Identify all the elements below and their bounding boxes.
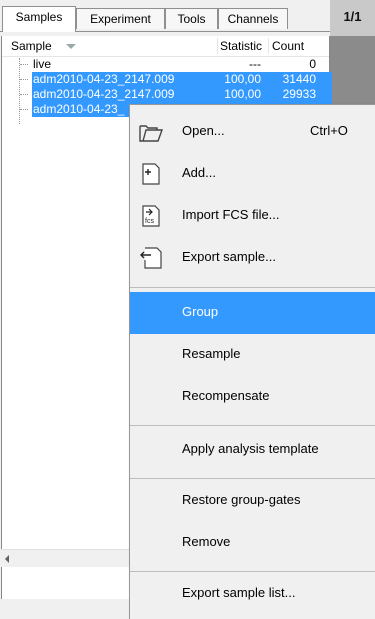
menu-label: Export sample...	[182, 249, 276, 264]
table-row[interactable]: adm2010-04-23_2147.009 100,00 29933	[32, 87, 332, 102]
page-indicator: 1/1	[330, 0, 375, 36]
sample-name: adm2010-04-23_	[33, 102, 125, 116]
menu-item-apply-analysis-template[interactable]: Apply analysis template	[130, 429, 375, 471]
tab-channels[interactable]: Channels	[218, 8, 288, 29]
menu-separator	[130, 478, 375, 479]
column-separator	[217, 38, 218, 54]
sample-statistic: ---	[249, 57, 261, 71]
sample-statistic: 100,00	[224, 87, 261, 101]
sample-name: live	[33, 57, 52, 71]
tab-tools[interactable]: Tools	[165, 8, 218, 29]
context-menu: Open... Ctrl+O Add... fcs Import FCS fil…	[129, 104, 375, 619]
tree-branch	[20, 94, 28, 95]
column-header-sample[interactable]: Sample	[11, 39, 52, 53]
menu-label: Resample	[182, 346, 241, 361]
menu-item-add[interactable]: Add...	[130, 153, 375, 195]
menu-shortcut: Ctrl+O	[310, 123, 348, 138]
menu-item-resample[interactable]: Resample	[130, 334, 375, 376]
menu-label: Recompensate	[182, 388, 270, 403]
menu-item-restore-group-gates[interactable]: Restore group-gates	[130, 480, 375, 522]
horizontal-scrollbar[interactable]	[1, 549, 129, 567]
menu-label: Restore group-gates	[182, 492, 301, 507]
list-header: Sample Statistic Count	[2, 36, 329, 57]
menu-item-export-sample-list[interactable]: Export sample list...	[130, 573, 375, 615]
column-header-statistic[interactable]: Statistic	[220, 39, 262, 53]
svg-text:fcs: fcs	[145, 218, 154, 225]
menu-label: Import FCS file...	[182, 207, 280, 222]
add-file-icon	[142, 163, 160, 185]
menu-item-open[interactable]: Open... Ctrl+O	[130, 111, 375, 153]
menu-label: Add...	[182, 165, 216, 180]
menu-item-import-fcs[interactable]: fcs Import FCS file...	[130, 195, 375, 237]
menu-item-recompensate[interactable]: Recompensate	[130, 376, 375, 418]
sample-count: 29933	[282, 87, 316, 101]
sample-name: adm2010-04-23_2147.009	[33, 72, 175, 86]
scroll-left-icon[interactable]	[5, 555, 9, 563]
table-row[interactable]: live --- 0	[2, 57, 332, 72]
menu-label: Remove	[182, 534, 231, 549]
menu-separator	[130, 287, 375, 288]
menu-separator	[130, 571, 375, 572]
tree-branch	[20, 109, 28, 110]
fcs-import-icon: fcs	[142, 205, 160, 227]
menu-item-group[interactable]: Group	[130, 292, 375, 334]
menu-label: Export sample list...	[182, 585, 296, 600]
export-arrow-icon	[140, 247, 162, 269]
table-row[interactable]: adm2010-04-23_2147.009 100,00 31440	[32, 72, 332, 87]
sample-count: 31440	[282, 72, 316, 86]
tab-samples[interactable]: Samples	[2, 6, 76, 32]
tab-bar: Samples Experiment Tools Channels	[0, 0, 330, 36]
tree-branch	[20, 79, 28, 80]
sample-count: 0	[309, 57, 316, 71]
sort-arrow-icon	[66, 44, 76, 49]
tab-experiment[interactable]: Experiment	[76, 8, 165, 29]
menu-item-export-sample[interactable]: Export sample...	[130, 237, 375, 279]
sample-name: adm2010-04-23_2147.009	[33, 87, 175, 101]
menu-separator	[130, 425, 375, 426]
menu-label: Apply analysis template	[182, 441, 319, 456]
menu-label: Open...	[182, 123, 225, 138]
column-separator	[268, 38, 269, 54]
menu-item-remove[interactable]: Remove	[130, 522, 375, 564]
menu-label: Group	[182, 304, 219, 319]
column-header-count[interactable]: Count	[272, 39, 304, 53]
sample-statistic: 100,00	[224, 72, 261, 86]
folder-open-icon	[139, 125, 163, 142]
